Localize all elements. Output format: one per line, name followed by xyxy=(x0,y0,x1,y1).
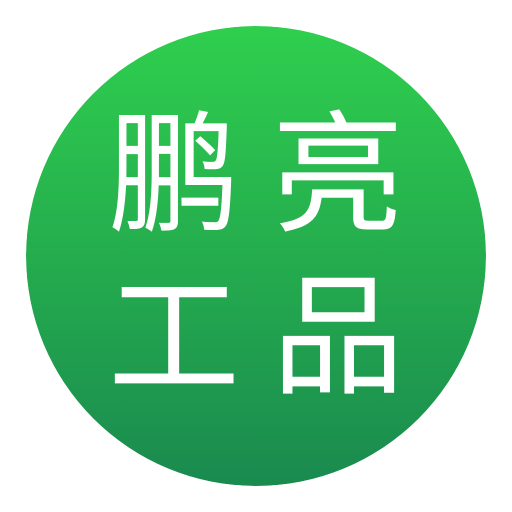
badge-circle xyxy=(26,26,486,486)
logo-char-pin: 品 xyxy=(272,261,404,415)
logo-canvas: 鹏 亮 工 品 xyxy=(0,0,512,512)
logo-char-gong: 工 xyxy=(108,261,240,415)
logo-char-peng: 鹏 xyxy=(108,99,240,253)
logo-char-liang: 亮 xyxy=(272,99,404,253)
logo-badge xyxy=(26,26,486,486)
